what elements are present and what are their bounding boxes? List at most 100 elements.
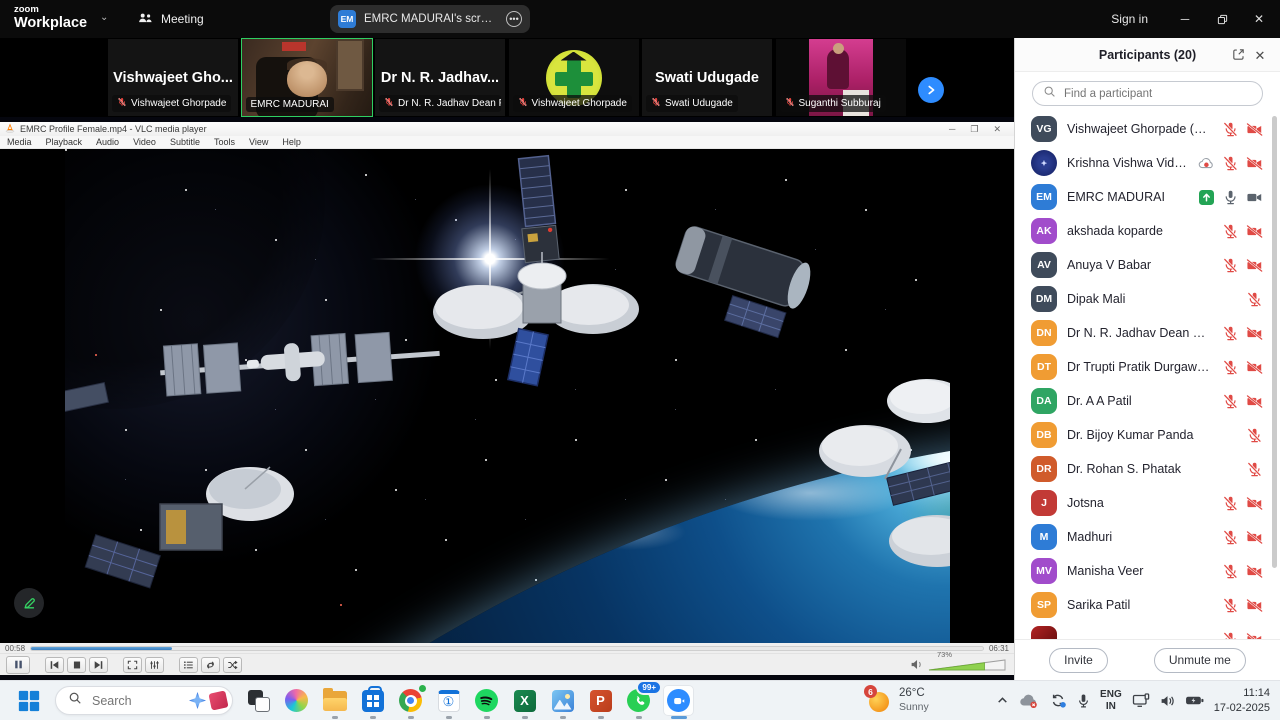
photos-icon[interactable] [549, 687, 576, 714]
vlc-pause-button[interactable] [6, 656, 30, 674]
filmstrip-next-button[interactable] [918, 77, 944, 103]
powerpoint-icon[interactable]: P [587, 687, 614, 714]
participant-row[interactable]: DNDr N. R. Jadhav Dean Pharmacy [1015, 316, 1280, 350]
avatar: DN [1031, 320, 1057, 346]
participant-row[interactable]: SPSarika Patil [1015, 588, 1280, 622]
rewards-cards-icon[interactable] [208, 690, 228, 710]
vlc-menu-video[interactable]: Video [133, 137, 156, 147]
vlc-menu-help[interactable]: Help [282, 137, 301, 147]
vlc-stop-button[interactable] [67, 657, 86, 673]
start-button[interactable] [16, 688, 42, 714]
copilot-icon[interactable] [283, 687, 310, 714]
participant-row[interactable]: JJotsna [1015, 486, 1280, 520]
filmstrip-tile[interactable]: Dr N. R. Jadhav...Dr N. R. Jadhav Dean P… [375, 39, 505, 116]
mic-muted-icon [1222, 529, 1239, 546]
vlc-fullscreen-button[interactable] [123, 657, 142, 673]
vlc-menu-tools[interactable]: Tools [214, 137, 235, 147]
volume-icon[interactable] [1160, 694, 1175, 708]
invite-button[interactable]: Invite [1049, 648, 1108, 673]
language-line1: ENG [1100, 689, 1122, 700]
sync-update-icon[interactable] [1049, 692, 1067, 709]
sign-in-button[interactable]: Sign in [1111, 0, 1148, 38]
participants-footer: Invite Unmute me [1015, 639, 1280, 680]
participant-row[interactable]: AVAnuya V Babar [1015, 248, 1280, 282]
vlc-menu-audio[interactable]: Audio [96, 137, 119, 147]
participant-row[interactable]: MMadhuri [1015, 520, 1280, 554]
weather-widget[interactable]: 6 26°C Sunny [866, 681, 929, 720]
search-input[interactable] [1062, 87, 1252, 101]
unmute-me-button[interactable]: Unmute me [1154, 648, 1246, 673]
participant-status-icons [1222, 597, 1263, 614]
zoom-icon[interactable] [663, 685, 694, 716]
filmstrip-tile[interactable]: Vishwajeet Gho...Vishwajeet Ghorpade [108, 39, 238, 116]
vlc-restore-icon[interactable]: ❐ [970, 124, 978, 135]
whatsapp-icon[interactable]: 99+ [625, 687, 652, 714]
participant-search[interactable] [1032, 81, 1263, 106]
vlc-seek-bar[interactable] [30, 646, 984, 651]
close-button[interactable]: ✕ [1242, 0, 1276, 38]
satellites-illustration [65, 149, 950, 643]
vlc-seek-fill [31, 647, 172, 650]
vlc-menu-subtitle[interactable]: Subtitle [170, 137, 200, 147]
participant-row[interactable] [1015, 622, 1280, 640]
participant-row[interactable]: MVManisha Veer [1015, 554, 1280, 588]
battery-icon[interactable] [1185, 695, 1204, 706]
onedrive-icon[interactable] [1019, 692, 1039, 709]
microphone-icon[interactable] [1077, 693, 1090, 709]
participant-row[interactable]: DADr. A A Patil [1015, 384, 1280, 418]
task-view-icon[interactable] [245, 687, 272, 714]
search-highlight-icon[interactable] [189, 692, 206, 709]
vlc-minimize-icon[interactable]: ─ [949, 124, 955, 134]
avatar: DA [1031, 388, 1057, 414]
vlc-loop-button[interactable] [201, 657, 220, 673]
vlc-next-button[interactable] [89, 657, 108, 673]
vlc-random-button[interactable] [223, 657, 242, 673]
taskbar-search-input[interactable] [90, 693, 181, 709]
vlc-titlebar[interactable]: EMRC Profile Female.mp4 - VLC media play… [0, 122, 1014, 136]
screen-share-indicator-pill[interactable]: EM EMRC MADURAI's screen ••• [330, 5, 530, 33]
language-indicator[interactable]: ENGIN [1100, 689, 1122, 712]
pop-out-icon[interactable] [1230, 47, 1246, 63]
filmstrip-tile[interactable]: Suganthi Subburaj [776, 39, 906, 116]
participant-row[interactable]: VGVishwajeet Ghorpade (Me) [1015, 112, 1280, 146]
chrome-icon[interactable] [397, 687, 424, 714]
tab-meeting[interactable]: Meeting [138, 0, 204, 38]
participant-row[interactable]: EMEMRC MADURAI [1015, 180, 1280, 214]
chevron-up-icon[interactable] [996, 694, 1009, 707]
vlc-close-icon[interactable]: ✕ [993, 124, 1001, 135]
tile-name-label: Swati Udugade [646, 95, 738, 112]
close-panel-icon[interactable]: ✕ [1251, 46, 1269, 64]
filmstrip-tile[interactable]: Swati UdugadeSwati Udugade [642, 39, 772, 116]
minimize-button[interactable]: ─ [1168, 0, 1202, 38]
participant-row[interactable]: DBDr. Bijoy Kumar Panda [1015, 418, 1280, 452]
participant-row[interactable]: DRDr. Rohan S. Phatak [1015, 452, 1280, 486]
vlc-extended-settings-button[interactable] [145, 657, 164, 673]
vlc-menu-playback[interactable]: Playback [46, 137, 83, 147]
filmstrip-tile[interactable]: EMRC MADURAI [242, 39, 372, 116]
microsoft-store-icon[interactable] [359, 687, 386, 714]
vlc-playlist-button[interactable] [179, 657, 198, 673]
participant-row[interactable]: ✦Krishna Vishwa Vidya... (Host) [1015, 146, 1280, 180]
ellipsis-menu-icon[interactable]: ••• [506, 11, 522, 27]
mic-muted-icon [1246, 427, 1263, 444]
participant-row[interactable]: DMDipak Mali [1015, 282, 1280, 316]
annotation-pencil-button[interactable] [14, 588, 44, 618]
vlc-menu-view[interactable]: View [249, 137, 268, 147]
vlc-menu-media[interactable]: Media [7, 137, 32, 147]
taskbar-search[interactable] [55, 686, 233, 715]
vlc-volume-control[interactable]: 73% [910, 658, 1008, 671]
calendar-icon[interactable]: ① [435, 687, 462, 714]
file-explorer-icon[interactable] [321, 687, 348, 714]
spotify-icon[interactable] [473, 687, 500, 714]
participant-row[interactable]: AKakshada koparde [1015, 214, 1280, 248]
restore-button[interactable] [1205, 0, 1239, 38]
display-cast-icon[interactable] [1132, 693, 1150, 708]
clock-widget[interactable]: 11:1417-02-2025 [1214, 686, 1270, 715]
vlc-video-area [0, 149, 1014, 643]
vlc-previous-button[interactable] [45, 657, 64, 673]
filmstrip-tile[interactable]: Vishwajeet Ghorpade [509, 39, 639, 116]
panel-scrollbar[interactable] [1272, 116, 1277, 568]
chevron-down-icon[interactable]: ⌄ [100, 12, 108, 23]
participant-row[interactable]: DTDr Trupti Pratik Durgawale [1015, 350, 1280, 384]
excel-icon[interactable]: X [511, 687, 538, 714]
